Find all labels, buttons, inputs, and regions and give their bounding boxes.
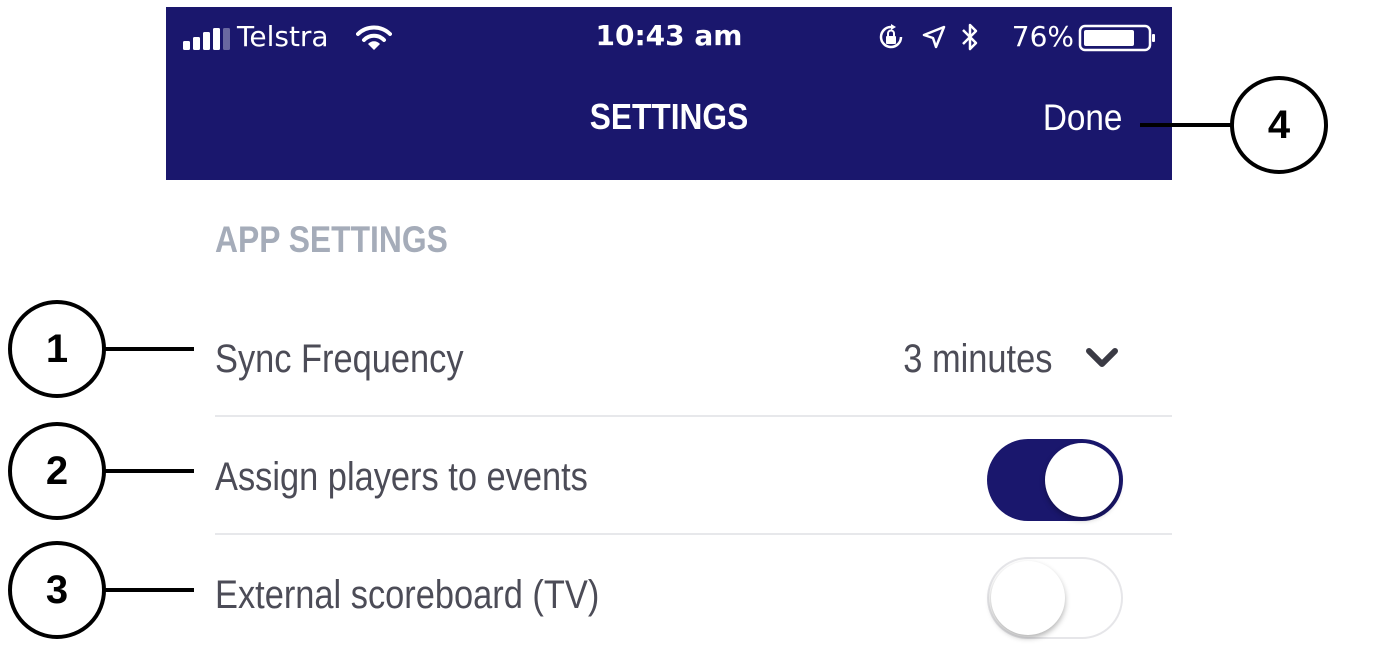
sync-frequency-value: 3 minutes: [902, 337, 1052, 381]
assign-players-toggle[interactable]: [987, 439, 1123, 521]
sync-frequency-label: Sync Frequency: [215, 337, 464, 381]
callout-leader-4: [1140, 123, 1232, 127]
assign-players-row: Assign players to events: [215, 415, 1172, 535]
callout-4: 4: [1230, 76, 1328, 174]
external-scoreboard-toggle[interactable]: [987, 557, 1123, 639]
external-scoreboard-label: External scoreboard (TV): [215, 573, 600, 617]
battery-percentage: 76%: [1011, 20, 1074, 53]
section-header: APP SETTINGS: [215, 219, 448, 260]
external-scoreboard-row: External scoreboard (TV): [215, 533, 1172, 651]
status-right-group: 76%: [818, 20, 1158, 56]
location-icon: [922, 25, 946, 49]
toggle-knob: [991, 561, 1065, 635]
callout-leader-2: [104, 469, 194, 473]
callout-1: 1: [8, 300, 106, 398]
rotation-lock-icon: [879, 24, 903, 49]
callout-3: 3: [8, 541, 106, 639]
chevron-down-icon: [1086, 348, 1118, 367]
bluetooth-icon: [962, 23, 978, 51]
sync-frequency-dropdown[interactable]: 3 minutes: [860, 337, 1120, 381]
sync-frequency-row: Sync Frequency 3 minutes: [215, 297, 1172, 417]
page-title: SETTINGS: [589, 96, 749, 137]
status-bar: Telstra 10:43 am 76%: [166, 7, 1172, 69]
settings-screen: Telstra 10:43 am 76% SETTINGS Done APP S…: [166, 7, 1172, 643]
battery-icon: [1078, 24, 1155, 52]
callout-leader-3: [104, 588, 194, 592]
navigation-bar: Telstra 10:43 am 76% SETTINGS Done: [166, 7, 1172, 180]
assign-players-label: Assign players to events: [215, 455, 588, 499]
callout-2: 2: [8, 422, 106, 520]
callout-leader-1: [104, 347, 194, 351]
done-button[interactable]: Done: [1042, 97, 1122, 139]
toggle-knob: [1045, 443, 1119, 517]
